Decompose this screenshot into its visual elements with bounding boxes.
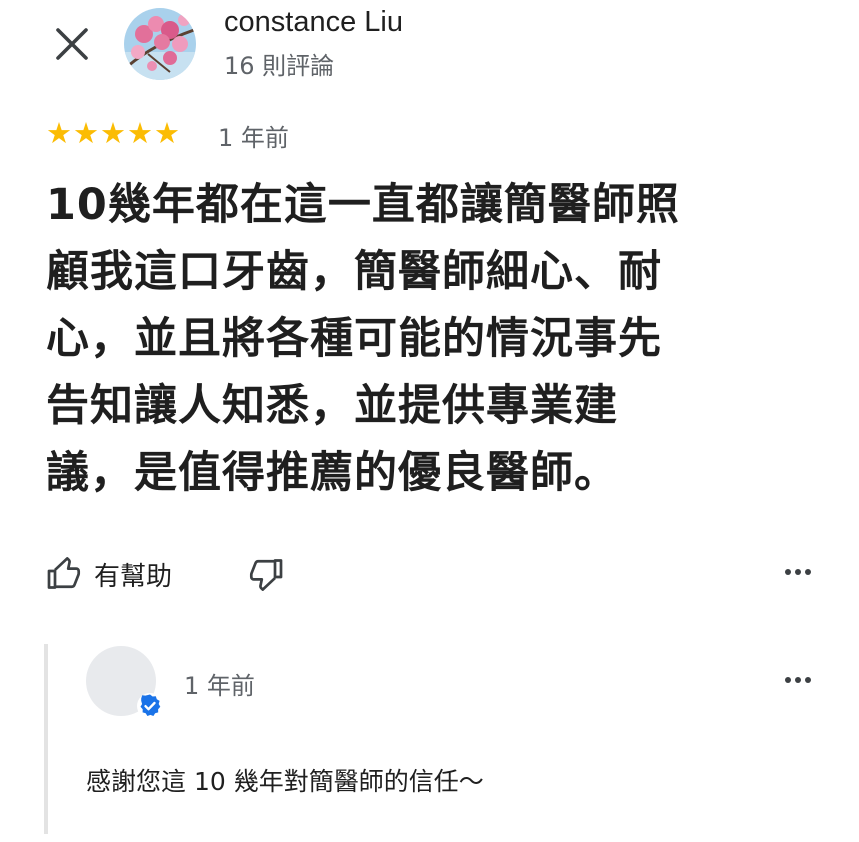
reviewer-review-count: 16 則評論 <box>224 52 335 80</box>
verified-badge-icon <box>137 693 163 719</box>
not-helpful-button[interactable] <box>248 554 290 594</box>
review-text-line: 議，是值得推薦的優良醫師。 <box>46 448 618 498</box>
star-icon: ★ <box>127 116 153 150</box>
review-text-line: 顧我這口牙齒，簡醫師細心、耐 <box>46 247 662 297</box>
star-rating: ★ ★ ★ ★ ★ <box>46 118 180 148</box>
star-icon: ★ <box>73 116 99 150</box>
reply-text: 感謝您這 10 幾年對簡醫師的信任～ <box>86 767 484 796</box>
review-text-line: 心，並且將各種可能的情況事先 <box>46 314 662 364</box>
review-text-line: 10幾年都在這一直都讓簡醫師照 <box>46 180 680 230</box>
more-options-button[interactable] <box>778 560 818 584</box>
review-time: 1 年前 <box>218 124 289 152</box>
thumbs-down-icon <box>249 559 283 591</box>
more-options-icon <box>785 569 791 575</box>
reply-more-options-button[interactable] <box>778 668 818 692</box>
helpful-button[interactable]: 有幫助 <box>46 554 172 594</box>
thumbs-up-icon <box>47 557 81 589</box>
helpful-label: 有幫助 <box>94 561 173 592</box>
reviewer-name[interactable]: constance Liu <box>224 6 403 39</box>
more-options-icon <box>785 677 791 683</box>
star-icon: ★ <box>100 116 126 150</box>
close-button[interactable] <box>52 24 92 64</box>
reply-time: 1 年前 <box>184 672 255 700</box>
reviewer-avatar[interactable] <box>124 8 196 80</box>
review-text: 10幾年都在這一直都讓簡醫師照 顧我這口牙齒，簡醫師細心、耐 心，並且將各種可能… <box>46 172 816 507</box>
review-detail-page: constance Liu 16 則評論 ★ ★ ★ ★ ★ 1 年前 10幾年都在這一… <box>0 0 859 842</box>
star-icon: ★ <box>154 116 180 150</box>
close-icon <box>56 28 88 60</box>
reply-divider <box>44 644 48 834</box>
star-icon: ★ <box>46 116 72 150</box>
review-text-line: 告知讓人知悉，並提供專業建 <box>46 381 618 431</box>
